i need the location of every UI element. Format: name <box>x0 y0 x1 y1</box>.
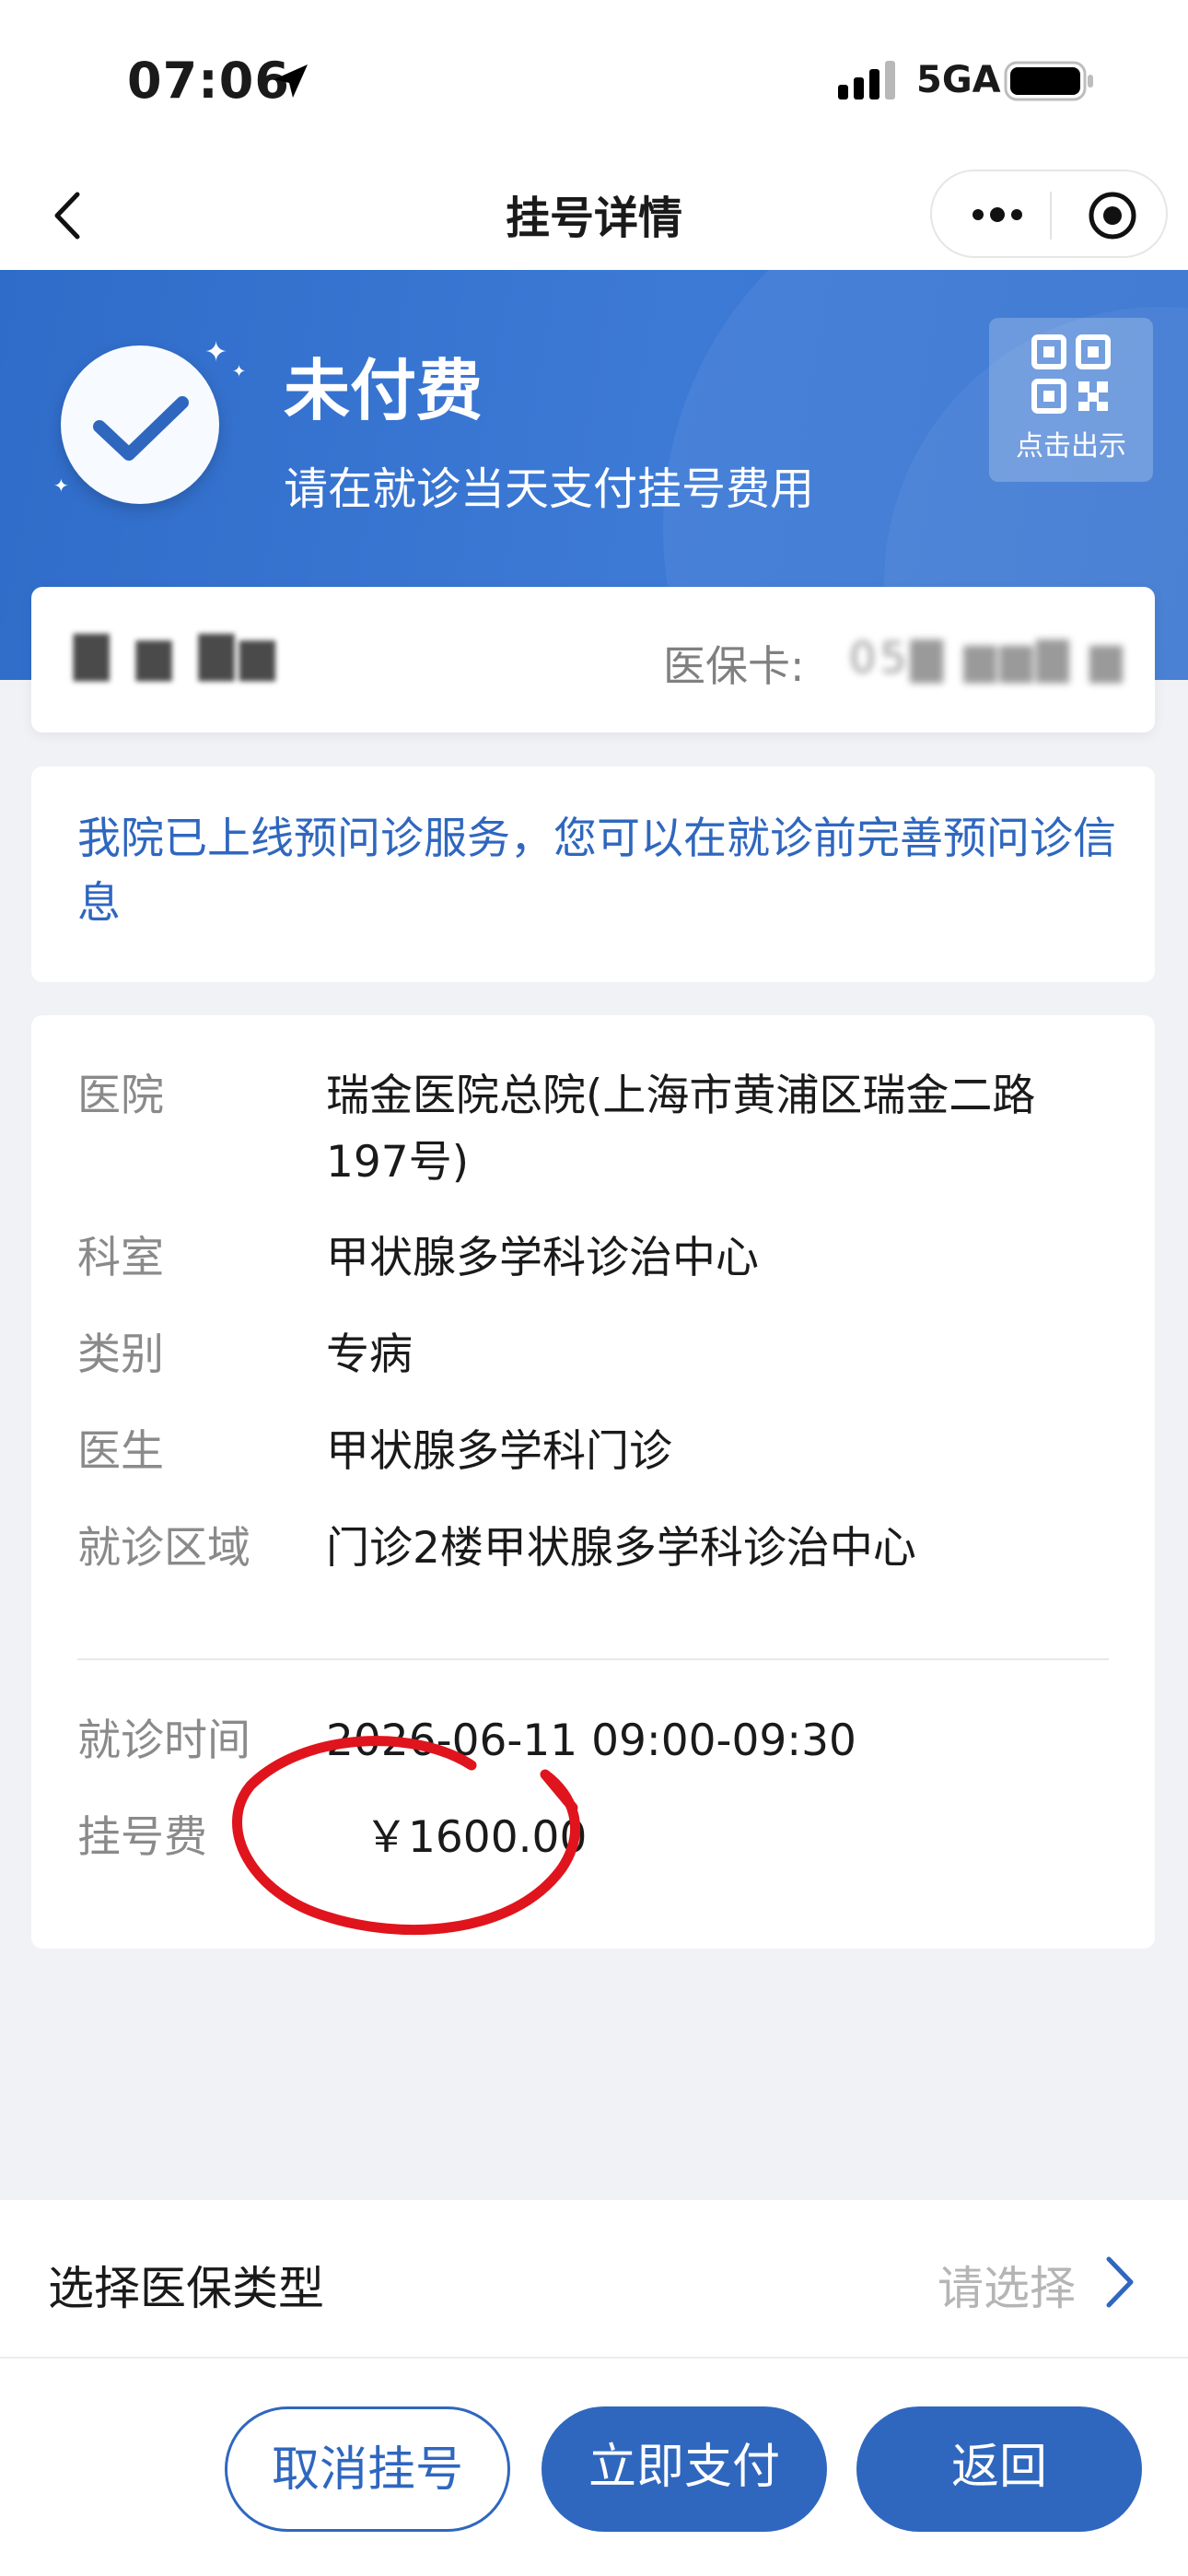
appointment-details-card: 医院 瑞金医院总院(上海市黄浦区瑞金二路197号) 科室 甲状腺多学科诊治中心 … <box>31 1015 1155 1949</box>
status-time: 07:06 <box>127 52 290 110</box>
detail-value: 瑞金医院总院(上海市黄浦区瑞金二路197号) <box>326 1071 1036 1188</box>
insurance-type-selector[interactable]: 选择医保类型 请选择 <box>0 2200 1188 2359</box>
detail-divider <box>77 1658 1109 1660</box>
notice-text: 我院已上线预问诊服务，您可以在就诊前完善预问诊信息 <box>77 814 1116 929</box>
detail-key: 医院 <box>77 1071 164 1121</box>
network-type: 5GA <box>916 59 1001 101</box>
mini-program-capsule <box>930 170 1168 258</box>
payment-status: 未付费 <box>284 352 483 429</box>
detail-key: 就诊区域 <box>77 1523 250 1574</box>
detail-value: 门诊2楼甲状腺多学科诊治中心 <box>326 1523 916 1574</box>
pre-consultation-notice[interactable]: 我院已上线预问诊服务，您可以在就诊前完善预问诊信息 <box>31 767 1155 982</box>
nav-bar: 挂号详情 <box>0 161 1188 270</box>
more-icon[interactable] <box>965 192 1030 238</box>
insurance-card-label: 医保卡: <box>663 641 805 691</box>
insurance-card-number: 05▇ ▆▆▇ ▆ <box>849 633 1126 683</box>
patient-name: ▇ ▆ ▇▆ <box>74 627 281 681</box>
check-badge-icon <box>61 345 219 504</box>
bottom-action-bar: 取消挂号 立即支付 返回 <box>0 2359 1188 2576</box>
close-target-icon[interactable] <box>1087 190 1138 241</box>
cancel-registration-button[interactable]: 取消挂号 <box>225 2406 510 2532</box>
capsule-divider <box>1050 192 1052 240</box>
chevron-right-icon <box>1106 2256 1134 2308</box>
sparkle-icon: ✦ <box>204 336 228 369</box>
insurance-type-placeholder: 请选择 <box>938 2262 1076 2315</box>
detail-key: 类别 <box>77 1329 164 1380</box>
sparkle-icon: ✦ <box>232 362 247 381</box>
detail-value: 甲状腺多学科门诊 <box>326 1426 672 1477</box>
detail-value: 专病 <box>326 1329 413 1380</box>
detail-key: 医生 <box>77 1426 164 1477</box>
battery-icon <box>1004 61 1093 101</box>
pay-now-button[interactable]: 立即支付 <box>542 2406 827 2532</box>
location-arrow-icon <box>274 64 308 98</box>
show-qr-button[interactable]: 点击出示 <box>989 318 1153 482</box>
detail-value: 甲状腺多学科诊治中心 <box>326 1233 759 1283</box>
signal-icon <box>838 61 895 100</box>
insurance-type-label: 选择医保类型 <box>48 2262 324 2315</box>
detail-value: 2026-06-11 09:00-09:30 <box>326 1715 856 1766</box>
qr-button-label: 点击出示 <box>1016 430 1126 463</box>
return-button[interactable]: 返回 <box>856 2406 1142 2532</box>
patient-card: ▇ ▆ ▇▆ 医保卡: 05▇ ▆▆▇ ▆ <box>31 587 1155 732</box>
fee-value: ￥1600.00 <box>365 1812 588 1863</box>
detail-key: 科室 <box>77 1233 164 1283</box>
status-bar: 07:06 5GA <box>0 0 1188 161</box>
detail-key: 挂号费 <box>77 1812 207 1863</box>
detail-key: 就诊时间 <box>77 1715 250 1766</box>
status-subtitle: 请在就诊当天支付挂号费用 <box>284 463 815 515</box>
sparkle-icon: ✦ <box>53 474 69 497</box>
qr-code-icon <box>1031 334 1111 414</box>
